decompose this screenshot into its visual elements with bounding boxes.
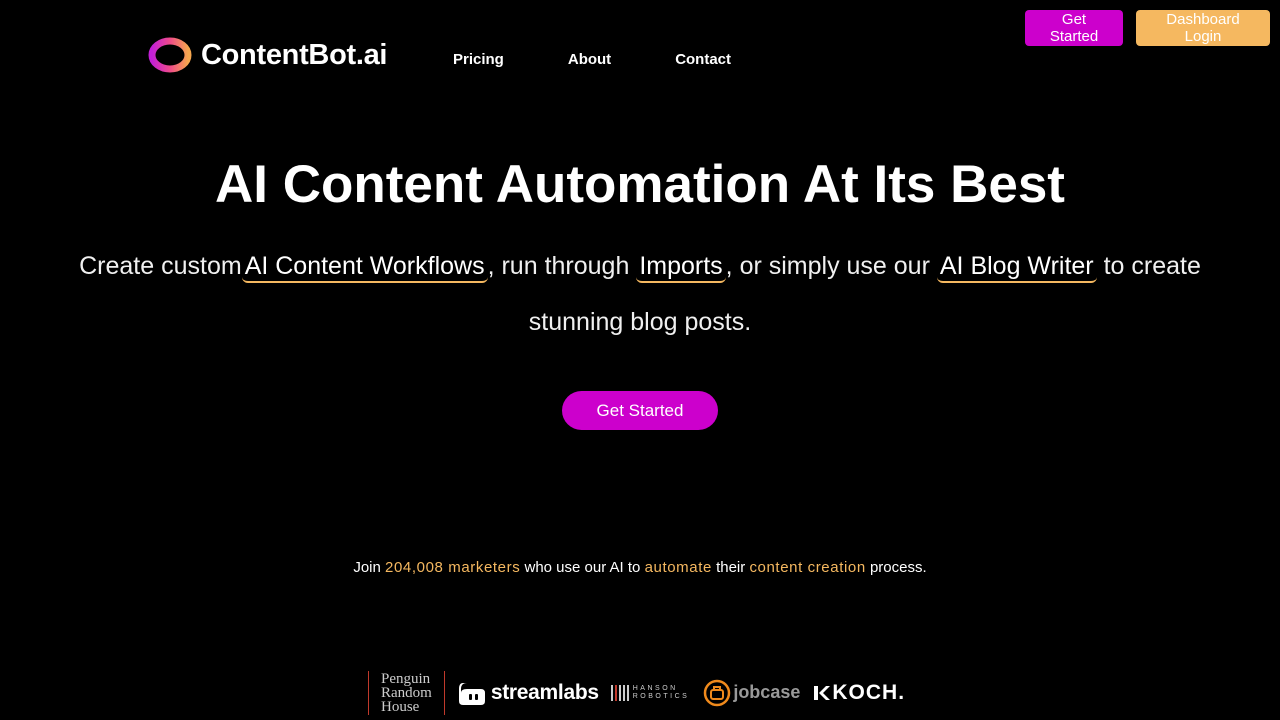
hero-sub-text-1: Create custom <box>79 252 242 280</box>
stats-prefix: Join <box>353 559 381 576</box>
stats-suffix: process. <box>869 559 927 576</box>
streamlabs-icon <box>458 682 485 705</box>
penguin-line-2: Random <box>381 684 432 701</box>
streamlabs-wordmark: streamlabs <box>490 680 599 704</box>
hanson-robotics-logo: HANSON ROBOTICS <box>610 684 690 701</box>
jobcase-logo: jobcase <box>703 679 800 707</box>
penguin-line-3: House <box>381 698 420 715</box>
hero-sub-text-3: , or simply use our <box>725 252 930 280</box>
hanson-icon <box>610 684 629 701</box>
hanson-line-1: HANSON <box>632 684 678 692</box>
streamlabs-logo: streamlabs <box>457 679 599 707</box>
hanson-line-2: ROBOTICS <box>632 692 690 700</box>
hero-get-started-button[interactable]: Get Started <box>562 391 718 430</box>
penguin-line-1: Penguin <box>381 670 431 687</box>
brand-name: ContentBot.ai <box>201 38 388 71</box>
imports-link[interactable]: Imports <box>636 252 726 283</box>
ai-blog-writer-link[interactable]: AI Blog Writer <box>936 252 1097 283</box>
koch-logo: KOCH. <box>814 681 905 705</box>
penguin-random-house-logo: Penguin Random House <box>368 670 445 715</box>
hero-subtitle: Create custom AI Content Workflows, run t… <box>60 238 1220 350</box>
stats-highlight-content-creation: content creation <box>749 559 866 576</box>
brand-logo[interactable]: ContentBot.ai <box>148 36 387 74</box>
hanson-wordmark: HANSON ROBOTICS <box>633 685 690 701</box>
koch-wordmark: KOCH. <box>832 680 906 704</box>
stats-highlight-automate: automate <box>644 559 712 576</box>
nav-contact[interactable]: Contact <box>675 51 731 68</box>
client-logos: Penguin Random House streamlabs HANSON R… <box>368 670 905 715</box>
stats-mid-1: who use our AI to <box>524 559 641 576</box>
jobcase-icon <box>704 679 731 706</box>
koch-icon <box>814 685 831 700</box>
stats-line: Join 204,008 marketers who use our AI to… <box>0 559 1280 576</box>
dashboard-login-button[interactable]: Dashboard Login <box>1136 10 1270 46</box>
header-get-started-button[interactable]: Get Started <box>1025 10 1123 46</box>
jobcase-wordmark: jobcase <box>733 682 801 702</box>
hero-title: AI Content Automation At Its Best <box>215 155 1065 214</box>
marketers-count: 204,008 marketers <box>385 559 521 576</box>
nav-about[interactable]: About <box>568 51 611 68</box>
main-nav: Pricing About Contact <box>453 51 731 68</box>
contentbot-logo-icon <box>148 37 192 73</box>
hero-sub-text-2: , run through <box>487 252 630 280</box>
stats-mid-2: their <box>716 559 746 576</box>
nav-pricing[interactable]: Pricing <box>453 51 504 68</box>
ai-content-workflows-link[interactable]: AI Content Workflows <box>241 252 488 283</box>
